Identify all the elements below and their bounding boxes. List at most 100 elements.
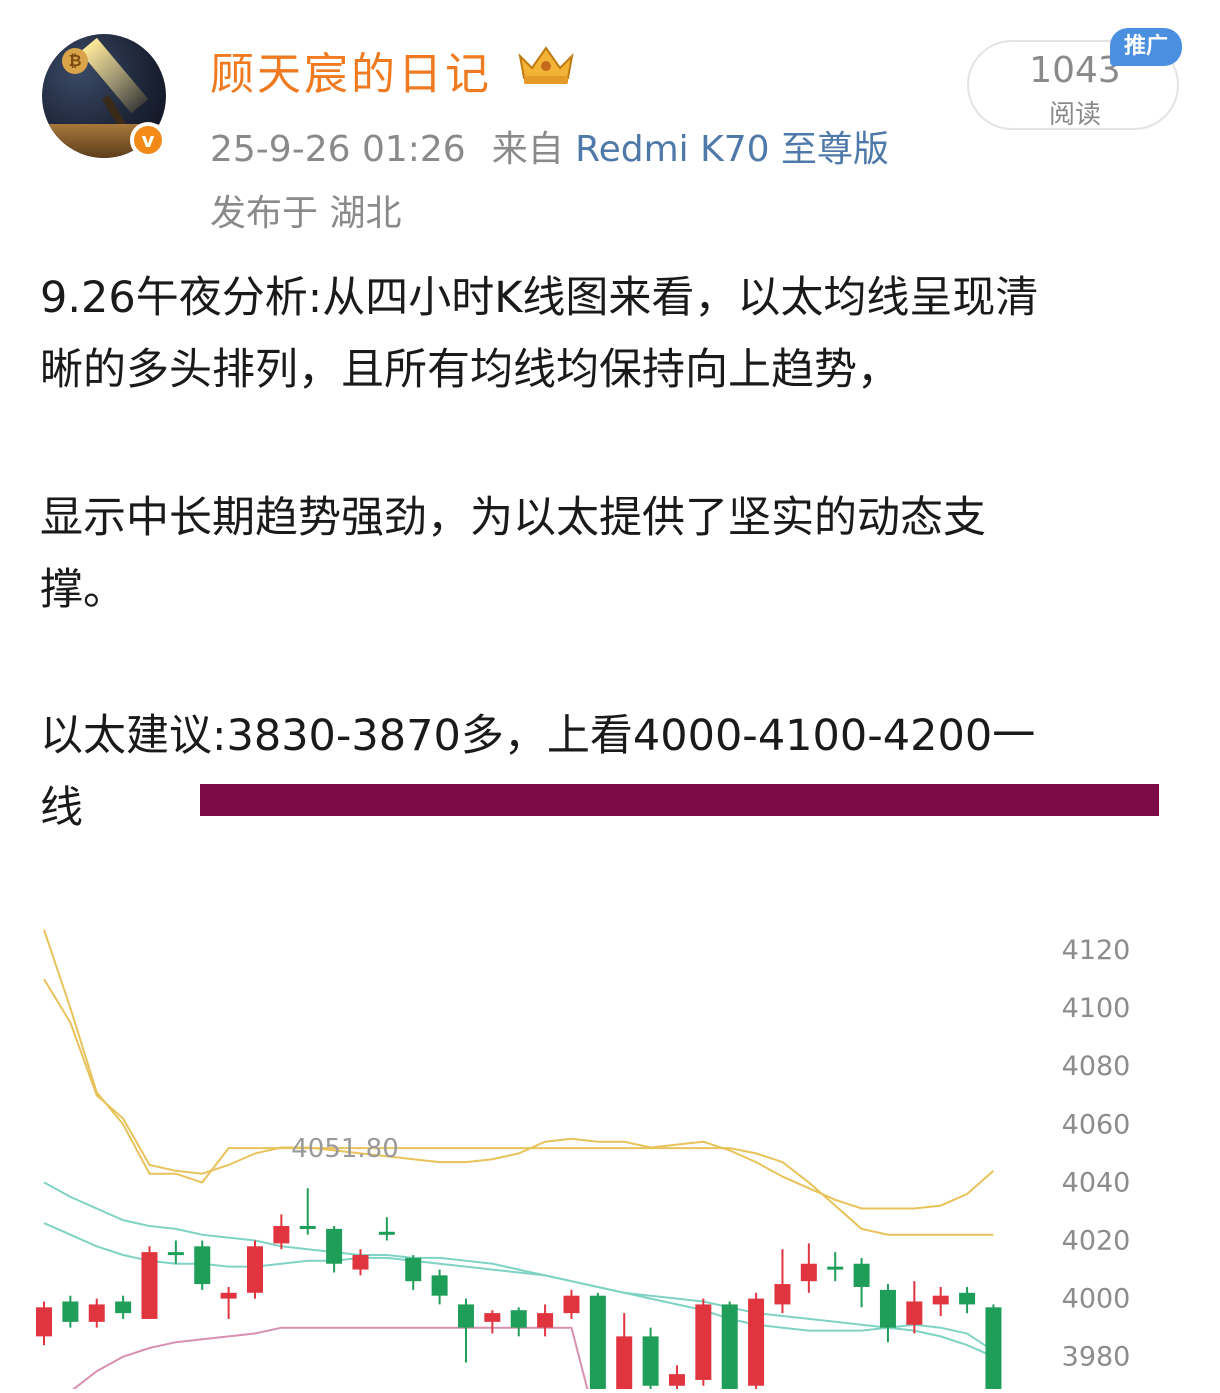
username[interactable]: 顾天宸的日记: [210, 38, 492, 102]
candle-body: [220, 1292, 237, 1299]
candle: [141, 1246, 158, 1319]
candle-body: [405, 1257, 422, 1282]
candle: [985, 1304, 1002, 1393]
candle-body: [273, 1225, 290, 1244]
price-tick-label: 4020: [1062, 1226, 1131, 1257]
avatar-light-beam: [80, 37, 149, 114]
candle: [431, 1269, 448, 1305]
candle-body: [88, 1304, 105, 1322]
candle: [642, 1327, 659, 1393]
ma-pink-line: [67, 1326, 590, 1393]
candle: [879, 1284, 896, 1343]
high-price-annotation: 4051.80: [291, 1134, 399, 1164]
candle: [932, 1286, 949, 1317]
candle: [510, 1307, 527, 1337]
candle-body: [748, 1298, 765, 1386]
candle: [115, 1295, 132, 1319]
candle: [774, 1249, 791, 1314]
post-text-line-4: 撑。: [40, 565, 126, 615]
candle-body: [827, 1266, 844, 1270]
price-tick-label: 3980: [1062, 1342, 1131, 1373]
candle-body: [668, 1374, 685, 1386]
read-label: 阅读: [1048, 100, 1101, 130]
candle: [827, 1252, 844, 1282]
crown-icon: [518, 46, 574, 84]
candle-body: [194, 1246, 211, 1285]
candle-body: [563, 1295, 580, 1314]
candle-body: [879, 1289, 896, 1328]
candle: [563, 1289, 580, 1319]
candle-body: [167, 1252, 184, 1256]
candle-body: [959, 1292, 976, 1305]
ma-yellow-long-line: [43, 929, 994, 1236]
candle: [537, 1304, 554, 1337]
candle-body: [853, 1263, 870, 1287]
candle: [88, 1298, 105, 1328]
candle-body: [246, 1246, 263, 1293]
candle: [299, 1188, 316, 1235]
candle-body: [62, 1301, 79, 1322]
price-tick-label: 4120: [1062, 935, 1131, 966]
post-timestamp: 25-9-26 01:26: [210, 129, 466, 170]
post-text-line-3: 显示中长期趋势强劲，为以太提供了坚实的动态支: [40, 493, 986, 543]
candle: [589, 1292, 606, 1393]
candle-body: [141, 1252, 158, 1319]
post-text-line-1: 9.26午夜分析:从四小时K线图来看，以太均线呈现清: [40, 273, 1039, 323]
candle-body: [774, 1284, 791, 1305]
candle-body: [616, 1336, 633, 1393]
post-location: 发布于 湖北: [210, 193, 402, 234]
ma-yellow-mid-line: [43, 978, 995, 1210]
candle: [616, 1313, 633, 1393]
candle: [220, 1286, 237, 1319]
candle-body: [906, 1301, 923, 1325]
candle: [695, 1298, 712, 1386]
candle-body: [589, 1295, 606, 1393]
price-tick-label: 4040: [1062, 1167, 1131, 1198]
candle-body: [721, 1304, 738, 1393]
candle-body: [510, 1310, 527, 1328]
price-tick-label: 4060: [1062, 1109, 1131, 1140]
candle-body: [800, 1263, 817, 1282]
candle-body: [695, 1304, 712, 1380]
candle: [62, 1295, 79, 1328]
candle: [721, 1301, 738, 1393]
candle-body: [932, 1295, 949, 1305]
price-tick-label: 4000: [1062, 1284, 1131, 1315]
candle-body: [457, 1304, 474, 1328]
redaction-bar: [200, 784, 1159, 816]
post-meta: 25-9-26 01:26 来自 Redmi K70 至尊版: [210, 120, 889, 172]
price-tick-label: 4080: [1062, 1051, 1131, 1082]
candle: [959, 1286, 976, 1314]
candle: [748, 1292, 765, 1392]
candle: [378, 1217, 395, 1241]
from-label: 来自: [491, 129, 564, 170]
candle: [668, 1365, 685, 1393]
kline-chart: 4120 4100 4080 4060 4040 4020 4000 3980 4051.80: [36, 929, 1131, 1393]
kline-chart-image[interactable]: 4120 4100 4080 4060 4040 4020 4000 3980 4051.80: [0, 880, 1220, 1393]
post-text-line-5: 以太建议:3830-3870多，上看4000-4100-4200一: [40, 711, 1036, 761]
candle: [853, 1257, 870, 1308]
post-text-line-2: 晰的多头排列，且所有均线均保持向上趋势，: [40, 345, 900, 395]
candle-body: [985, 1307, 1002, 1393]
candle: [405, 1255, 422, 1290]
candle-body: [36, 1307, 52, 1337]
candle: [352, 1249, 369, 1276]
promo-badge[interactable]: 推广: [1110, 28, 1182, 66]
candle-body: [352, 1255, 369, 1270]
candle-body: [115, 1301, 132, 1314]
candle-body: [537, 1313, 554, 1328]
candle-body: [642, 1336, 659, 1386]
candle: [800, 1243, 817, 1293]
candle-body: [378, 1231, 395, 1235]
price-tick-label: 4100: [1062, 993, 1131, 1024]
device-link[interactable]: Redmi K70 至尊版: [575, 129, 889, 170]
candle: [326, 1225, 343, 1273]
bitcoin-icon: ₿: [62, 48, 88, 74]
candle: [484, 1310, 501, 1334]
candle-body: [326, 1228, 343, 1264]
candle: [457, 1298, 474, 1363]
candle: [194, 1240, 211, 1290]
candle: [36, 1301, 52, 1346]
candle: [167, 1240, 184, 1264]
candle-body: [299, 1225, 316, 1229]
